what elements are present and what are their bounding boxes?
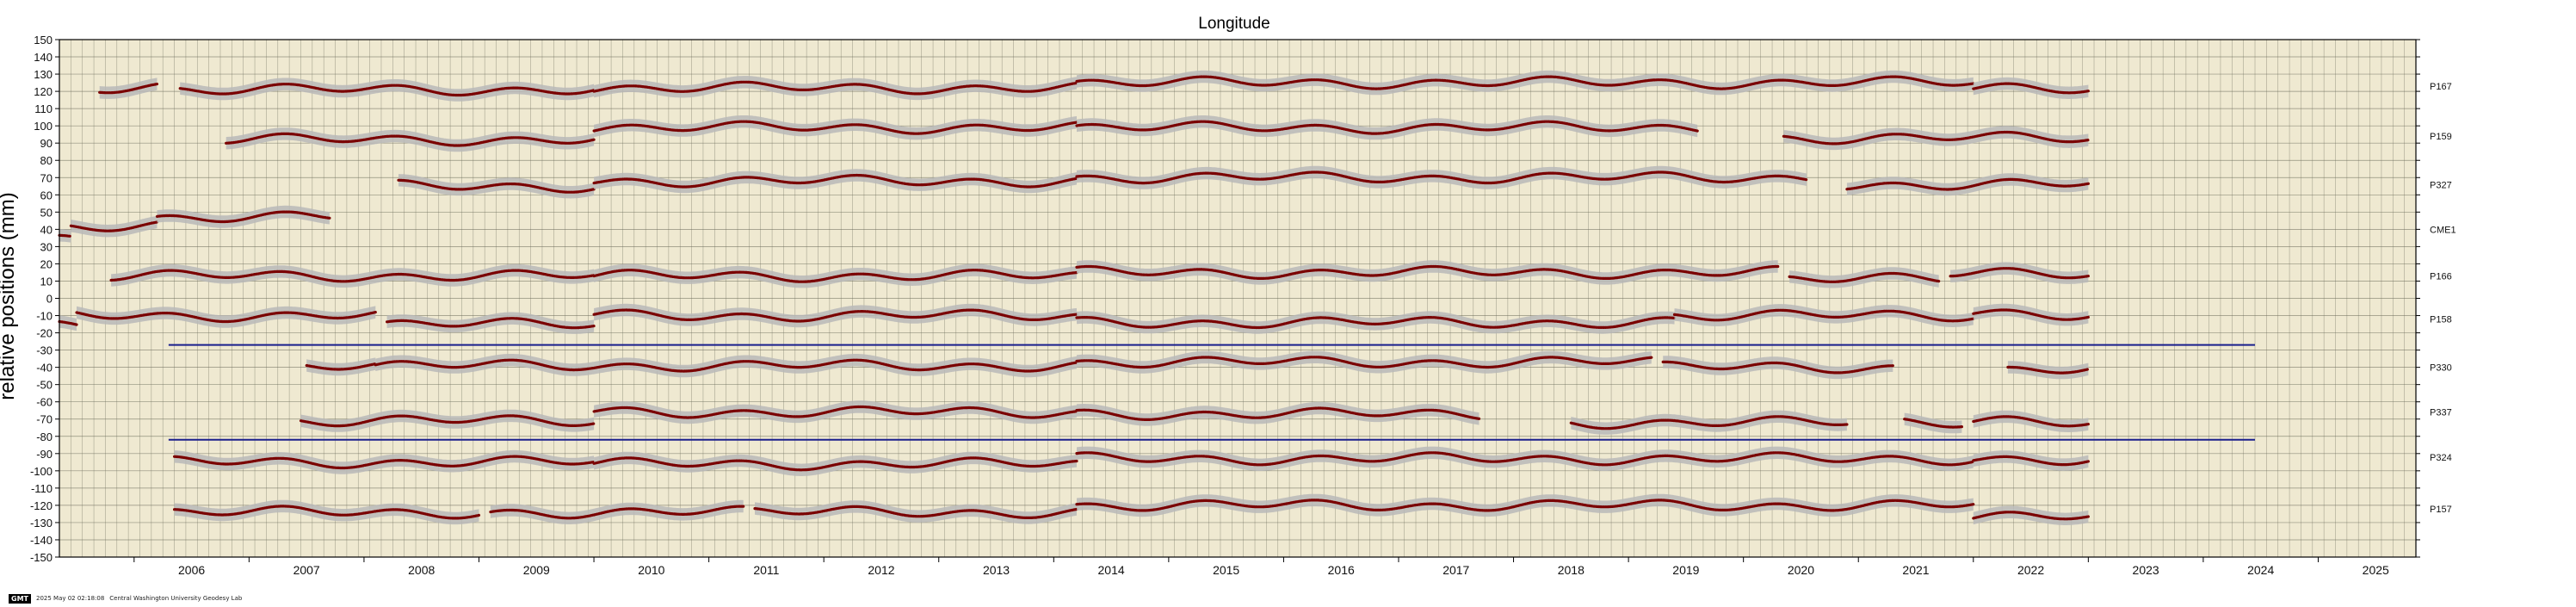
x-tick-label: 2022 <box>2017 563 2044 577</box>
y-tick-label: -150 <box>30 551 53 564</box>
y-tick-label: -100 <box>30 465 53 478</box>
station-label: P330 <box>2430 363 2452 374</box>
y-tick-label: 30 <box>40 240 53 253</box>
y-tick-label: -20 <box>36 327 53 340</box>
y-tick-label: 150 <box>34 34 53 46</box>
y-tick-label: -30 <box>36 344 53 357</box>
y-tick-label: -80 <box>36 430 53 443</box>
station-label: P159 <box>2430 132 2452 142</box>
x-tick-label: 2019 <box>1672 563 1699 577</box>
y-tick-label: 10 <box>40 275 53 288</box>
x-tick-label: 2024 <box>2247 563 2274 577</box>
x-tick-labels: 2006 2007 2008 2009 2010 2011 2012 2013 2014 2015… <box>133 557 2389 577</box>
plot-area: 1501401301201101009080706050403020100-10… <box>30 34 2456 577</box>
x-tick-label: 2011 <box>753 563 779 577</box>
station-label: CME1 <box>2430 225 2456 235</box>
y-tick-label: 110 <box>34 102 53 115</box>
x-tick-label: 2016 <box>1328 563 1355 577</box>
longitude-chart: Longitude relative positions (mm) 150 140… <box>0 15 2456 577</box>
y-tick-label: -120 <box>30 499 53 512</box>
x-tick-label: 2008 <box>408 563 435 577</box>
position-trace <box>58 233 73 238</box>
station-label: P158 <box>2430 315 2452 325</box>
footer: GMT 2025 May 02 02:18:08 Central Washing… <box>9 592 242 604</box>
y-tick-label: -130 <box>30 517 53 530</box>
y-tick-label: 90 <box>40 137 53 150</box>
y-tick-label: -70 <box>36 413 53 426</box>
y-tick-label: -90 <box>36 448 53 461</box>
x-tick-label: 2010 <box>638 563 664 577</box>
chart-title: Longitude <box>1198 15 1269 33</box>
y-tick-label: 40 <box>40 223 53 236</box>
x-tick-label: 2020 <box>1788 563 1814 577</box>
x-tick-label: 2017 <box>1442 563 1469 577</box>
y-tick-label: 100 <box>34 120 53 133</box>
gmt-logo: GMT <box>9 593 31 604</box>
x-tick-label: 2021 <box>1902 563 1929 577</box>
y-tick-label: 120 <box>34 85 53 98</box>
y-tick-label: 70 <box>40 171 53 184</box>
y-tick-label: 80 <box>40 154 53 167</box>
x-tick-label: 2023 <box>2133 563 2159 577</box>
y-tick-label: -60 <box>36 396 53 409</box>
timestamp: 2025 May 02 02:18:08 <box>35 595 105 602</box>
y-tick-label: 130 <box>34 68 53 81</box>
x-tick-label: 2006 <box>178 563 205 577</box>
y-tick-label: 60 <box>40 189 53 201</box>
y-tick-label: 50 <box>40 206 53 219</box>
y-tick-label: 20 <box>40 257 53 270</box>
x-tick-label: 2007 <box>293 563 320 577</box>
y-tick-label: -110 <box>31 482 53 495</box>
x-tick-label: 2012 <box>868 563 894 577</box>
station-label: P167 <box>2430 82 2452 92</box>
y-tick-label: 140 <box>34 51 53 64</box>
x-tick-label: 2014 <box>1098 563 1125 577</box>
station-label: P157 <box>2430 505 2452 515</box>
x-tick-label: 2025 <box>2363 563 2389 577</box>
y-tick-label: -40 <box>36 362 53 375</box>
station-label: P166 <box>2430 271 2452 282</box>
y-tick-label: -140 <box>30 534 53 547</box>
x-tick-label: 2013 <box>983 563 1010 577</box>
y-tick-label: 0 <box>46 293 53 306</box>
y-tick-label: -50 <box>36 379 53 392</box>
y-tick-label: -10 <box>36 310 53 323</box>
station-label: P324 <box>2430 453 2452 463</box>
station-label: P327 <box>2430 180 2452 190</box>
x-tick-label: 2015 <box>1213 563 1239 577</box>
x-tick-label: 2009 <box>523 563 550 577</box>
y-axis-label: relative positions (mm) <box>0 192 19 400</box>
credit-text: Central Washington University Geodesy La… <box>109 595 243 602</box>
station-label: P337 <box>2430 408 2452 418</box>
x-tick-label: 2018 <box>1558 563 1585 577</box>
